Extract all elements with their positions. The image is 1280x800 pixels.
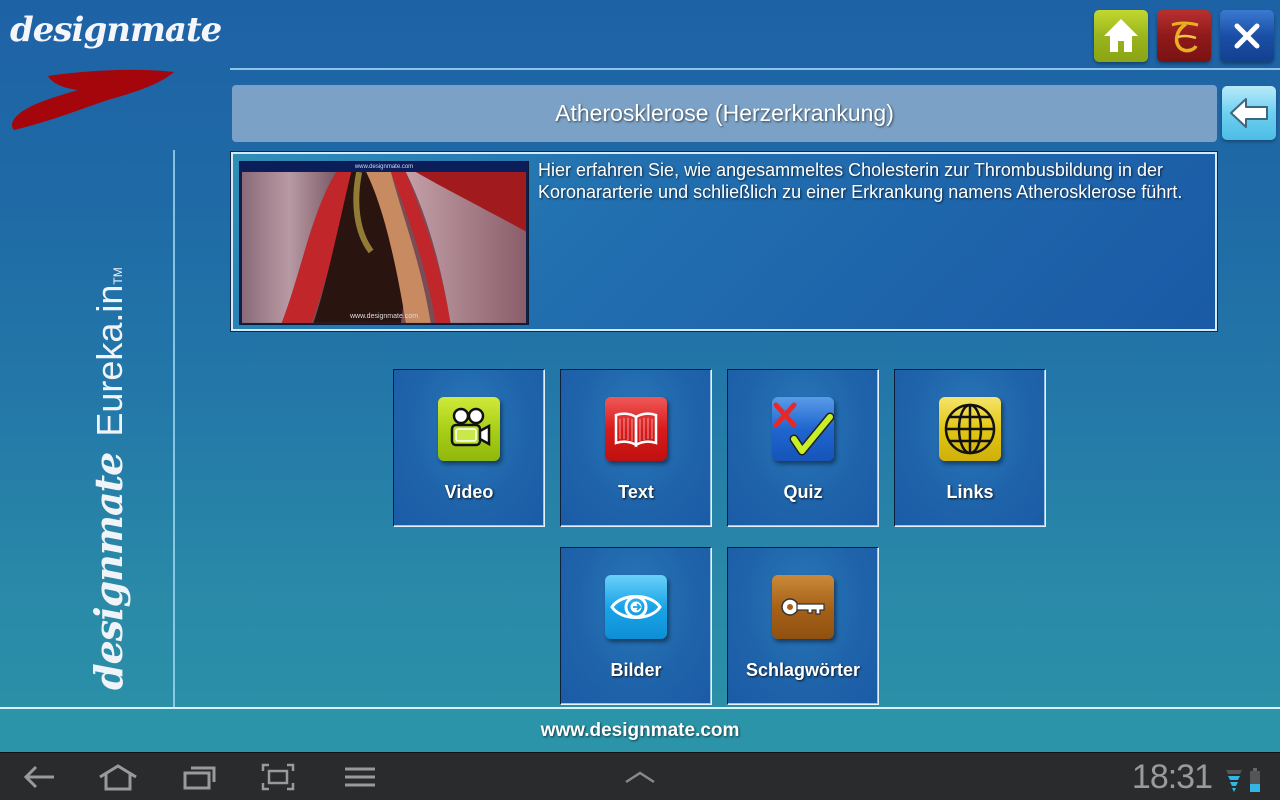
close-icon — [1234, 23, 1260, 49]
product-name: Eureka.in — [89, 284, 130, 437]
close-button[interactable] — [1220, 10, 1274, 62]
nav-back-button[interactable] — [20, 761, 60, 793]
tile-bilder[interactable]: Bilder — [560, 547, 712, 705]
quiz-check-icon — [772, 397, 834, 461]
logo-text: designmate — [10, 10, 222, 50]
video-camera-icon — [438, 397, 500, 461]
book-icon — [605, 397, 667, 461]
eureka-button[interactable] — [1157, 10, 1211, 62]
sidebar-branding: designmate Eureka.inTM — [86, 267, 131, 690]
key-icon — [772, 575, 834, 639]
status-clock[interactable]: 18:31 — [1132, 758, 1213, 797]
back-button[interactable] — [1222, 86, 1276, 140]
eureka-logo-icon — [1171, 21, 1199, 53]
globe-icon — [939, 397, 1001, 461]
tile-label: Video — [444, 482, 494, 502]
screenshot-icon — [261, 763, 295, 791]
tile-label: Bilder — [610, 660, 662, 680]
tile-label: Text — [618, 482, 654, 502]
tile-label: Links — [946, 482, 994, 502]
recent-apps-icon — [183, 766, 216, 790]
tile-video[interactable]: Video — [393, 369, 545, 527]
nav-expand-button[interactable] — [620, 761, 660, 793]
nav-screenshot-button[interactable] — [258, 761, 298, 793]
battery-icon — [1250, 768, 1260, 792]
tile-quiz[interactable]: Quiz — [727, 369, 879, 527]
page-title-bar: Atherosklerose (Herzerkrankung) — [232, 85, 1217, 142]
menu-icon — [345, 767, 375, 787]
home-icon — [1104, 19, 1138, 52]
topic-intro-panel: www.designmate.com www.designmate.com Hi… — [230, 151, 1218, 332]
home-button[interactable] — [1094, 10, 1148, 62]
nav-recent-apps-button[interactable] — [180, 761, 220, 793]
footer-url-link[interactable]: www.designmate.com — [541, 720, 740, 742]
tile-label: Quiz — [783, 482, 823, 502]
back-icon — [23, 765, 54, 789]
thumbnail-top-caption: www.designmate.com — [240, 162, 528, 172]
home-icon — [99, 764, 137, 791]
page-title: Atherosklerose (Herzerkrankung) — [555, 100, 894, 126]
tile-schlagwoerter[interactable]: Schlagwörter — [727, 547, 879, 705]
wifi-icon — [1226, 770, 1242, 792]
header-divider — [230, 68, 1280, 70]
video-thumbnail[interactable]: www.designmate.com www.designmate.com — [239, 161, 529, 325]
designmate-logo: designmate ● — [8, 6, 222, 136]
registered-mark: ● — [172, 24, 177, 33]
tile-label: Schlagwörter — [745, 660, 861, 680]
red-brush-swoosh — [11, 69, 174, 130]
sidebar-divider — [173, 150, 175, 708]
status-icons[interactable] — [1226, 768, 1260, 792]
artery-image — [242, 172, 526, 323]
topic-description: Hier erfahren Sie, wie angesammeltes Cho… — [538, 160, 1183, 202]
eye-icon — [605, 575, 667, 639]
nav-menu-button[interactable] — [340, 761, 380, 793]
app-window: designmate ● designmate Eureka.inTM Athe… — [0, 0, 1280, 752]
tile-links[interactable]: Links — [894, 369, 1046, 527]
thumbnail-bottom-caption: www.designmate.com — [349, 313, 419, 320]
arrow-left-icon — [1230, 98, 1268, 128]
sidebar-designmate-text: designmate — [86, 452, 131, 690]
tile-text[interactable]: Text — [560, 369, 712, 527]
chevron-up-icon — [625, 771, 655, 784]
footer: www.designmate.com — [0, 709, 1280, 752]
sidebar-product-name: Eureka.inTM — [89, 267, 131, 436]
system-navigation-bar: 18:31 — [0, 752, 1280, 800]
nav-home-button[interactable] — [98, 761, 138, 793]
trademark: TM — [111, 267, 125, 285]
